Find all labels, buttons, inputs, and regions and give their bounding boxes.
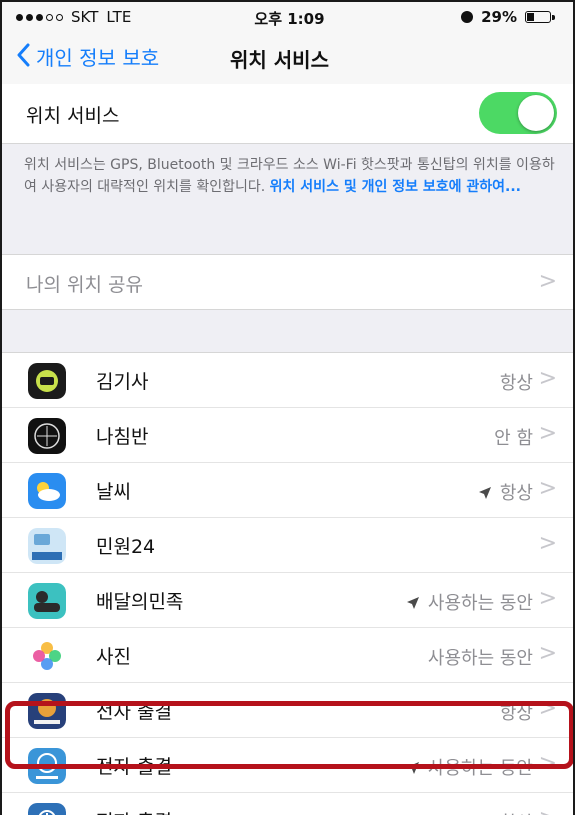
app-row[interactable]: 사진 사용하는 동안 > bbox=[2, 627, 573, 682]
status-bar: SKT LTE 오후 1:09 29% bbox=[2, 2, 573, 32]
app-status-text: 사용하는 동안 bbox=[427, 593, 533, 614]
section-spacer bbox=[2, 310, 573, 352]
app-row[interactable]: 전자 출결 항상> bbox=[2, 682, 573, 737]
app-row[interactable]: 전자 출결 사용하는 동안 > bbox=[2, 737, 573, 792]
chevron-right-icon: > bbox=[538, 421, 557, 446]
app-row[interactable]: 날씨 항상 > bbox=[2, 462, 573, 517]
kimgisa-icon bbox=[28, 363, 66, 399]
page-title: 위치 서비스 bbox=[230, 48, 329, 72]
chevron-right-icon: > bbox=[538, 751, 557, 776]
chevron-left-icon bbox=[16, 43, 30, 71]
attendance-blue-icon bbox=[28, 748, 66, 784]
chevron-right-icon: > bbox=[538, 531, 557, 556]
battery-percent: 29% bbox=[481, 8, 517, 26]
app-status-text: 사용하는 동안 bbox=[427, 648, 533, 669]
photos-icon bbox=[28, 638, 66, 674]
location-arrow-icon bbox=[406, 593, 428, 614]
chevron-right-icon: > bbox=[539, 806, 557, 815]
app-name: 사진 bbox=[96, 646, 131, 668]
app-status-text: 사용하는 동안 bbox=[427, 758, 533, 779]
app-location-status: 사용하는 동안 bbox=[406, 589, 533, 615]
app-name: 김기사 bbox=[96, 371, 149, 393]
chevron-right-icon: > bbox=[538, 269, 557, 294]
app-location-status: 사용하는 동안 bbox=[428, 644, 533, 670]
chevron-right-icon: > bbox=[538, 366, 557, 391]
app-status-text: 항상 bbox=[499, 483, 533, 504]
app-location-status: 항상 bbox=[478, 479, 533, 505]
navigation-bar: 개인 정보 보호 위치 서비스 bbox=[2, 32, 573, 85]
back-label: 개인 정보 보호 bbox=[36, 46, 160, 70]
back-button[interactable]: 개인 정보 보호 bbox=[16, 42, 159, 71]
chevron-right-icon: > bbox=[538, 696, 557, 721]
app-list: 김기사 항상 > 나침반 안 함 > 날씨 항상 > 민원24 > 배달의민족 사용하는 동안 > 사진 사용… bbox=[2, 352, 573, 815]
chevron-right-icon: > bbox=[538, 586, 557, 611]
app-name: 전자 출결 bbox=[96, 807, 172, 815]
minwon24-icon bbox=[28, 528, 66, 564]
location-services-toggle[interactable] bbox=[479, 92, 557, 134]
location-arrow-icon bbox=[406, 758, 428, 779]
app-row[interactable]: 김기사 항상 > bbox=[2, 352, 573, 407]
location-services-description: 위치 서비스는 GPS, Bluetooth 및 크라우드 소스 Wi-Fi 핫… bbox=[2, 144, 573, 254]
battery-icon bbox=[525, 11, 555, 23]
do-not-disturb-icon bbox=[461, 11, 474, 23]
chevron-right-icon: > bbox=[538, 476, 557, 501]
app-row[interactable]: 민원24 > bbox=[2, 517, 573, 572]
app-status-text: 항상 bbox=[499, 373, 533, 394]
app-name: 나침반 bbox=[96, 426, 149, 448]
attendance-icon bbox=[28, 693, 66, 729]
app-location-status: 항상 bbox=[500, 369, 533, 395]
app-location-status: 항상 bbox=[500, 699, 533, 725]
app-row[interactable]: 배달의민족 사용하는 동안 > bbox=[2, 572, 573, 627]
app-location-status: 항상 bbox=[500, 809, 533, 815]
app-status-text: 안 함 bbox=[494, 428, 533, 449]
screen: SKT LTE 오후 1:09 29% 개인 정보 보호 위치 서비스 위치 서… bbox=[0, 0, 575, 815]
location-services-row: 위치 서비스 bbox=[2, 84, 573, 144]
compass-icon bbox=[28, 418, 66, 454]
privacy-info-link[interactable]: 위치 서비스 및 개인 정보 보호에 관하여... bbox=[270, 179, 521, 195]
app-row[interactable]: 전자 출결 항상 > bbox=[2, 792, 573, 815]
share-my-location-row[interactable]: 나의 위치 공유 > bbox=[2, 254, 573, 310]
app-status-text: 항상 bbox=[499, 703, 533, 724]
app-location-status: 안 함 bbox=[494, 424, 533, 450]
location-arrow-icon bbox=[478, 483, 500, 504]
chevron-right-icon: > bbox=[538, 641, 557, 666]
app-row[interactable]: 나침반 안 함 > bbox=[2, 407, 573, 462]
app-name: 날씨 bbox=[96, 481, 131, 503]
app-name: 민원24 bbox=[96, 536, 156, 558]
attendance-alt-icon bbox=[28, 803, 66, 815]
baemin-icon bbox=[28, 583, 66, 619]
location-services-label: 위치 서비스 bbox=[26, 105, 120, 127]
weather-icon bbox=[28, 473, 66, 509]
share-location-label: 나의 위치 공유 bbox=[26, 274, 143, 296]
app-name: 배달의민족 bbox=[96, 591, 184, 613]
app-name: 전자 출결 bbox=[96, 701, 172, 723]
app-name: 전자 출결 bbox=[96, 756, 172, 778]
app-location-status: 사용하는 동안 bbox=[406, 754, 533, 780]
